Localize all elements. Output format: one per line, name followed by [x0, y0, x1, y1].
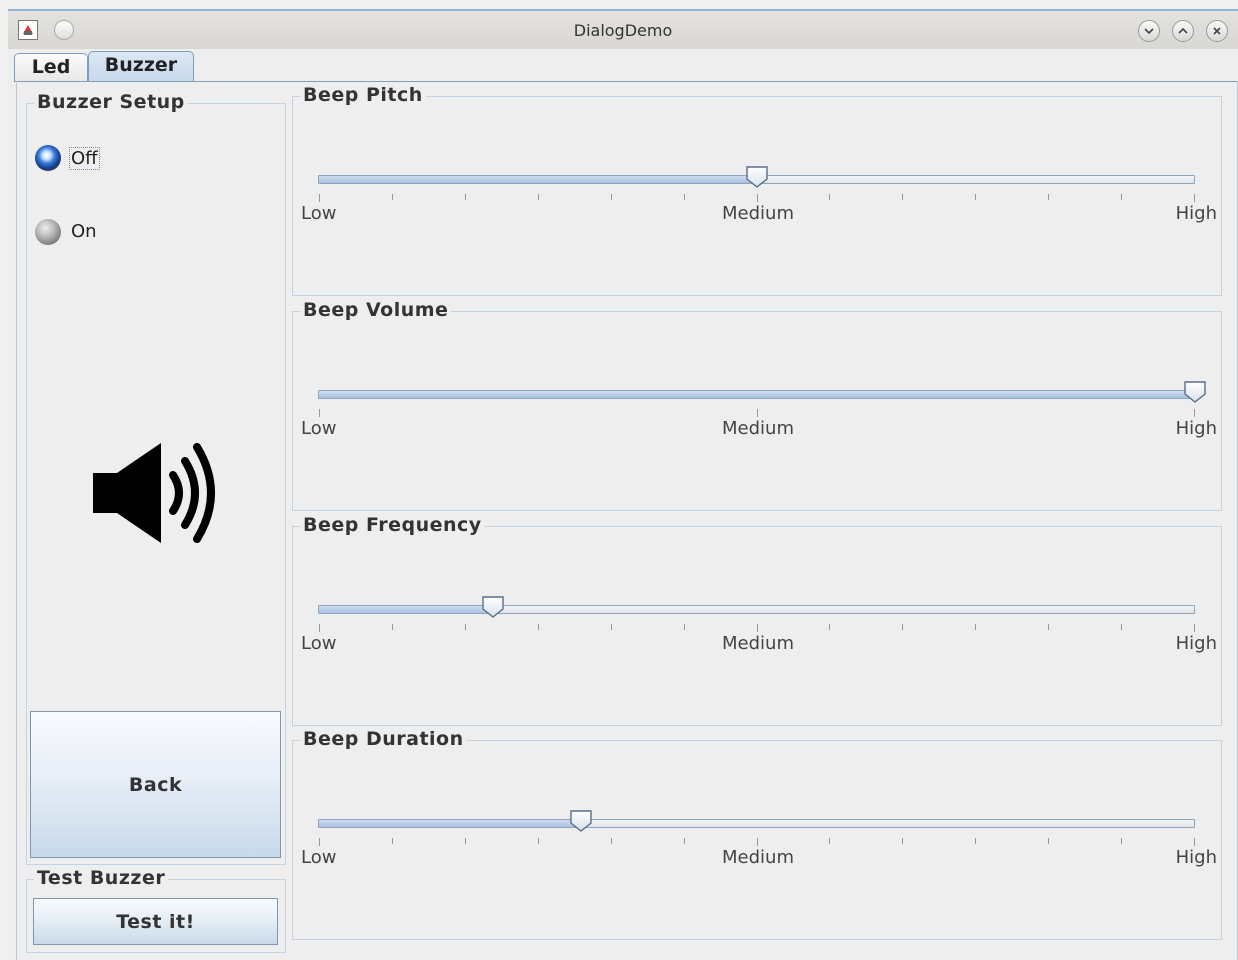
- beep-volume-tick: [319, 409, 320, 417]
- tab-led[interactable]: Led: [14, 53, 88, 81]
- beep-volume-label-medium: Medium: [722, 418, 794, 439]
- beep-frequency-tick: [975, 624, 976, 630]
- beep-duration-tick: [1048, 838, 1049, 844]
- beep-frequency-tick: [1121, 624, 1122, 630]
- beep-duration-tick: [1194, 838, 1195, 846]
- beep-pitch-slider-fill: [319, 176, 757, 183]
- beep-duration-tick: [392, 838, 393, 844]
- beep-pitch-tick: [538, 194, 539, 200]
- beep-frequency-tick: [465, 624, 466, 630]
- beep-frequency-slider-thumb[interactable]: [481, 595, 505, 619]
- off-radio[interactable]: [35, 145, 61, 171]
- beep-frequency-tick: [757, 624, 758, 632]
- beep-duration-tick: [975, 838, 976, 844]
- off-radio-label[interactable]: Off: [69, 147, 100, 170]
- beep-pitch-label-low: Low: [301, 203, 337, 224]
- beep-frequency-label-high: High: [1175, 633, 1217, 654]
- beep-volume-tick: [1194, 409, 1195, 417]
- beep-volume-title: Beep Volume: [300, 299, 452, 321]
- back-button[interactable]: Back: [30, 711, 281, 858]
- beep-pitch-slider-thumb[interactable]: [745, 165, 769, 189]
- speaker-volume-icon: [93, 441, 223, 549]
- beep-duration-title: Beep Duration: [300, 728, 467, 750]
- beep-duration-tick: [829, 838, 830, 844]
- beep-pitch-tick: [1048, 194, 1049, 200]
- beep-duration-slider-track[interactable]: [318, 819, 1195, 828]
- beep-pitch-tick: [392, 194, 393, 200]
- buzzer-setup-title: Buzzer Setup: [34, 91, 188, 113]
- beep-frequency-slider-track[interactable]: [318, 605, 1195, 614]
- beep-frequency-tick: [902, 624, 903, 630]
- beep-duration-slider-thumb[interactable]: [569, 809, 593, 833]
- close-button[interactable]: [1206, 20, 1228, 42]
- beep-duration-tick: [611, 838, 612, 844]
- beep-pitch-tick: [757, 194, 758, 202]
- beep-frequency-tick: [392, 624, 393, 630]
- beep-pitch-tick: [1194, 194, 1195, 202]
- beep-volume-label-low: Low: [301, 418, 337, 439]
- beep-frequency-tick: [319, 624, 320, 632]
- tab-strip: Led Buzzer: [14, 51, 1238, 82]
- beep-pitch-tick: [902, 194, 903, 200]
- on-radio[interactable]: [35, 219, 61, 245]
- beep-duration-tick: [684, 838, 685, 844]
- beep-pitch-tick: [319, 194, 320, 202]
- beep-frequency-tick: [1048, 624, 1049, 630]
- title-bar[interactable]: DialogDemo: [8, 9, 1238, 49]
- tab-buzzer[interactable]: Buzzer: [88, 51, 194, 82]
- beep-pitch-label-medium: Medium: [722, 203, 794, 224]
- beep-pitch-tick: [611, 194, 612, 200]
- window-title: DialogDemo: [573, 21, 673, 40]
- minimize-button[interactable]: [1138, 20, 1160, 42]
- beep-duration-label-high: High: [1175, 847, 1217, 868]
- beep-pitch-tick: [975, 194, 976, 200]
- beep-duration-slider-fill: [319, 820, 582, 827]
- beep-pitch-label-high: High: [1175, 203, 1217, 224]
- beep-frequency-tick: [538, 624, 539, 630]
- beep-frequency-tick: [1194, 624, 1195, 632]
- beep-frequency-tick: [684, 624, 685, 630]
- beep-pitch-tick: [465, 194, 466, 200]
- test-it-button[interactable]: Test it!: [33, 898, 278, 945]
- beep-duration-tick: [902, 838, 903, 844]
- maximize-button[interactable]: [1172, 20, 1194, 42]
- on-radio-label[interactable]: On: [71, 221, 97, 242]
- beep-duration-tick: [1121, 838, 1122, 844]
- beep-volume-slider-thumb[interactable]: [1183, 380, 1207, 404]
- beep-frequency-label-medium: Medium: [722, 633, 794, 654]
- beep-frequency-tick: [829, 624, 830, 630]
- beep-duration-label-medium: Medium: [722, 847, 794, 868]
- beep-frequency-slider-fill: [319, 606, 494, 613]
- beep-duration-label-low: Low: [301, 847, 337, 868]
- beep-volume-label-high: High: [1175, 418, 1217, 439]
- beep-pitch-title: Beep Pitch: [300, 84, 426, 106]
- beep-duration-tick: [757, 838, 758, 846]
- beep-pitch-tick: [684, 194, 685, 200]
- test-buzzer-title: Test Buzzer: [34, 867, 169, 889]
- beep-frequency-title: Beep Frequency: [300, 514, 485, 536]
- beep-volume-slider-track[interactable]: [318, 390, 1195, 399]
- dialog-window: DialogDemo Led Buzzer Buzzer Setup Off O…: [8, 9, 1238, 960]
- beep-volume-slider-fill: [319, 391, 1194, 398]
- beep-frequency-label-low: Low: [301, 633, 337, 654]
- beep-frequency-tick: [611, 624, 612, 630]
- beep-pitch-tick: [829, 194, 830, 200]
- beep-duration-tick: [319, 838, 320, 846]
- beep-volume-tick: [757, 409, 758, 417]
- beep-duration-tick: [465, 838, 466, 844]
- beep-duration-tick: [538, 838, 539, 844]
- beep-pitch-tick: [1121, 194, 1122, 200]
